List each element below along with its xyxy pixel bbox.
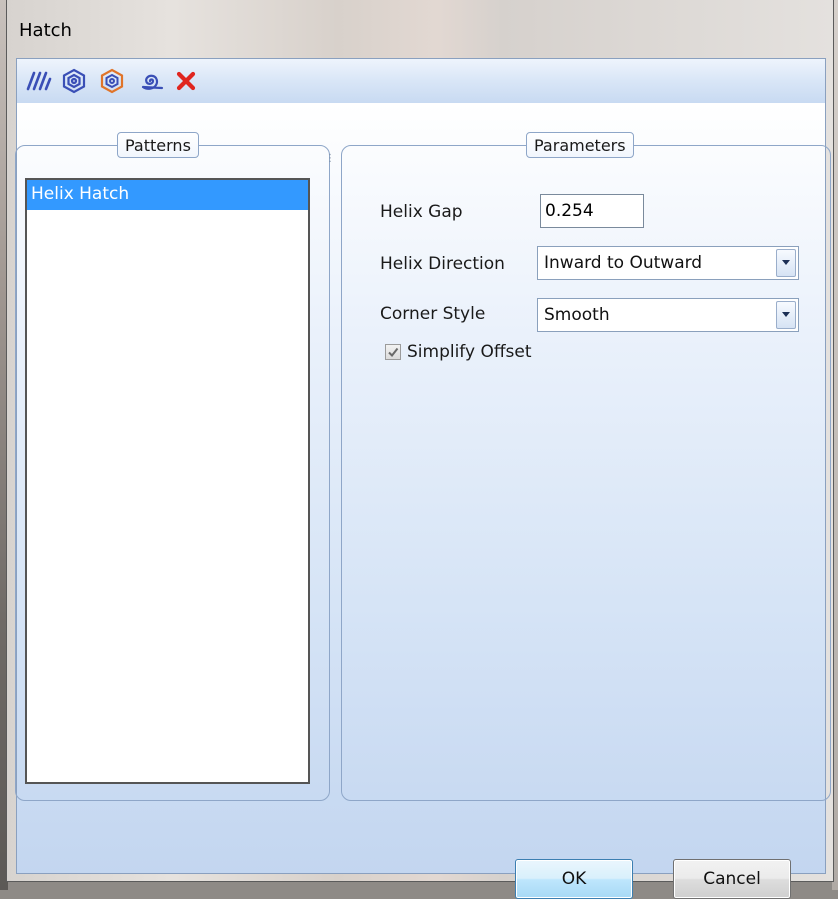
- helix-direction-dropdown-button[interactable]: [776, 249, 796, 277]
- helix-gap-label: Helix Gap: [380, 202, 463, 222]
- offset-hatch-alt-button[interactable]: [97, 66, 127, 96]
- hatch-dialog: Hatch Patterns Helix Hatch Parameters He…: [6, 0, 834, 899]
- concentric-hexagon-icon: [62, 68, 86, 94]
- splitter-grip[interactable]: ⋮: [325, 153, 336, 164]
- parallel-lines-icon: [26, 71, 52, 91]
- helix-direction-label: Helix Direction: [380, 254, 505, 274]
- red-x-icon: [176, 71, 196, 91]
- corner-style-dropdown-button[interactable]: [776, 301, 796, 329]
- helix-hatch-button[interactable]: [135, 66, 165, 96]
- chevron-down-icon: [782, 260, 790, 265]
- checkbox-box[interactable]: [385, 344, 401, 360]
- dialog-body: Patterns Helix Hatch Parameters Helix Ga…: [15, 103, 831, 899]
- title-bar[interactable]: Hatch: [7, 0, 833, 58]
- helix-direction-dropdown[interactable]: Inward to Outward: [537, 246, 799, 280]
- window-title: Hatch: [19, 20, 72, 41]
- checkmark-icon: [388, 347, 399, 358]
- patterns-list[interactable]: Helix Hatch: [25, 178, 310, 784]
- helix-direction-value: Inward to Outward: [544, 253, 703, 273]
- dialog-client-area: Patterns Helix Hatch Parameters Helix Ga…: [15, 58, 831, 899]
- parallel-hatch-button[interactable]: [23, 66, 53, 96]
- corner-style-value: Smooth: [544, 305, 610, 325]
- parameters-group: Parameters Helix Gap Helix Direction Inw…: [341, 132, 831, 801]
- list-item[interactable]: Helix Hatch: [27, 180, 308, 210]
- delete-hatch-button[interactable]: [171, 66, 201, 96]
- ok-button[interactable]: OK: [515, 859, 633, 899]
- helix-gap-input[interactable]: [540, 194, 644, 228]
- patterns-group: Patterns Helix Hatch: [15, 132, 330, 801]
- offset-hatch-button[interactable]: [59, 66, 89, 96]
- concentric-hexagon-orange-icon: [100, 68, 124, 94]
- toolbar: [17, 59, 825, 104]
- simplify-offset-label: Simplify Offset: [407, 342, 532, 362]
- cancel-button[interactable]: Cancel: [673, 859, 791, 899]
- simplify-offset-checkbox[interactable]: Simplify Offset: [385, 342, 532, 362]
- patterns-group-label: Patterns: [117, 132, 199, 158]
- chevron-down-icon: [782, 312, 790, 317]
- spiral-icon: [141, 74, 164, 90]
- parameters-group-label: Parameters: [526, 132, 634, 158]
- corner-style-dropdown[interactable]: Smooth: [537, 298, 799, 332]
- corner-style-label: Corner Style: [380, 304, 486, 324]
